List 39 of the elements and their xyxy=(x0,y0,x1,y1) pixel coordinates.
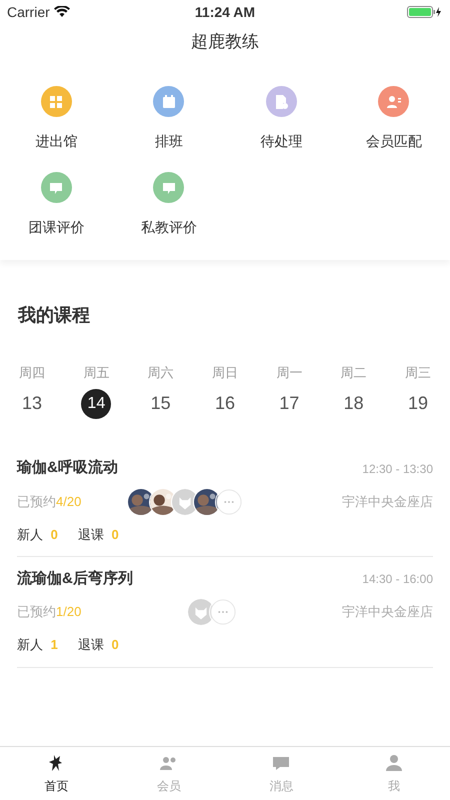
shortcut-button[interactable]: 待处理 xyxy=(225,86,338,152)
new-member-count: 新人 1 xyxy=(17,636,58,654)
grid-icon xyxy=(48,94,64,110)
document-icon xyxy=(273,94,290,110)
shortcut-button[interactable]: 排班 xyxy=(112,86,225,152)
tab-bar-item[interactable]: 首页 xyxy=(0,747,112,800)
day-tab[interactable]: 周六 15 xyxy=(146,363,176,418)
day-tab[interactable]: 周四 13 xyxy=(17,363,47,418)
page-title: 超鹿教练 xyxy=(191,31,259,54)
shortcut-button[interactable]: 私教评价 xyxy=(112,172,225,238)
day-tab[interactable]: 周三 19 xyxy=(402,363,433,418)
booking-count: 已预约4/20 xyxy=(17,492,82,511)
section-title: 我的课程 xyxy=(18,305,90,325)
course-card[interactable]: 瑜伽&呼吸流动 12:30 - 13:30 已预约4/20 宇洋中央金座店 新人 0 退课 0 xyxy=(17,446,433,557)
shortcut-button[interactable]: 团课评价 xyxy=(0,172,112,238)
more-icon[interactable] xyxy=(215,488,243,516)
new-member-count: 新人 0 xyxy=(17,526,58,544)
cancel-count: 退课 0 xyxy=(78,526,119,544)
person-icon xyxy=(386,94,402,110)
day-tab[interactable]: 周二 18 xyxy=(338,363,369,418)
store-name: 宇洋中央金座店 xyxy=(342,492,433,511)
booking-count: 已预约1/20 xyxy=(17,603,82,622)
battery-icon xyxy=(407,6,443,18)
course-card[interactable]: 流瑜伽&后弯序列 14:30 - 16:00 已预约1/20 宇洋中央金座店 新人 1 退课 0 xyxy=(17,557,433,668)
wifi-icon xyxy=(54,6,70,18)
store-name: 宇洋中央金座店 xyxy=(342,603,433,622)
calendar-icon xyxy=(160,94,177,110)
course-name: 瑜伽&呼吸流动 xyxy=(17,458,118,478)
day-tab[interactable]: 周一 17 xyxy=(274,363,304,418)
shortcut-button[interactable]: 进出馆 xyxy=(0,86,112,152)
day-tab[interactable]: 周日 16 xyxy=(210,363,240,418)
carrier-text: Carrier xyxy=(7,2,50,22)
course-name: 流瑜伽&后弯序列 xyxy=(17,568,133,589)
course-time: 14:30 - 16:00 xyxy=(362,571,433,588)
person-icon xyxy=(384,752,404,772)
time-text: 11:24 AM xyxy=(194,2,256,22)
shortcut-button[interactable]: 会员匹配 xyxy=(338,86,450,152)
course-time: 12:30 - 13:30 xyxy=(362,460,433,478)
cancel-count: 退课 0 xyxy=(78,636,119,654)
